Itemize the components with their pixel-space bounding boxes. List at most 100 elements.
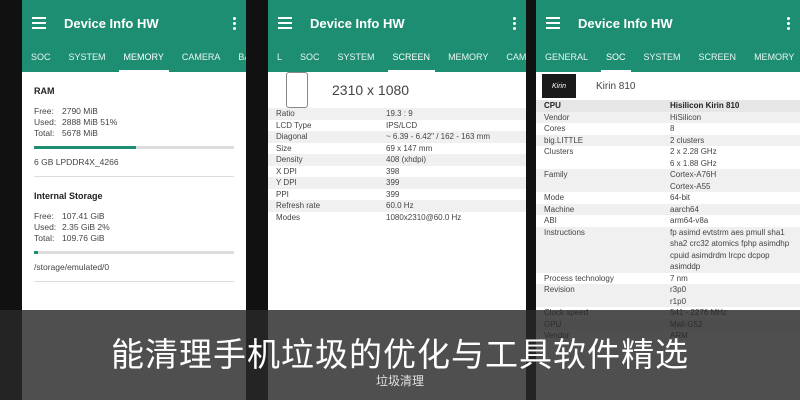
soc-spec-table: Vendor HiSilicon Cores 8 big.LITTLE 2 cluster… [536, 111, 800, 342]
tab-soc[interactable]: SOC [291, 42, 329, 72]
storage-title: Internal Storage [34, 191, 103, 201]
tab-batte[interactable]: BATTE [229, 42, 246, 72]
table-row: Process technology 7 nm [536, 273, 800, 285]
row-value: 7 nm [670, 273, 688, 283]
row-key: PPI [276, 189, 289, 199]
row-value: 8 [670, 124, 675, 133]
more-options-icon[interactable] [786, 16, 790, 30]
tab-memory[interactable]: MEMORY [115, 42, 173, 72]
ram-row: Free: 2790 MiB [34, 106, 234, 117]
storage-row: Used: 2.35 GiB 2% [34, 222, 234, 233]
row-value: fp asimd evtstrm aes pmull sha1 sha2 crc… [670, 227, 790, 272]
storage-row-key: Total: [34, 233, 55, 243]
row-key: Modes [276, 212, 301, 222]
row-key: Cores [544, 124, 566, 133]
table-row: Ratio 19.3 : 9 [268, 108, 526, 120]
ram-row-key: Free: [34, 106, 54, 116]
tab-bar: LSOCSYSTEMSCREENMEMORYCAMERA [268, 42, 526, 72]
app-title: Device Info HW [64, 15, 159, 31]
more-options-icon[interactable] [232, 16, 236, 30]
tab-bar: SOCSYSTEMMEMORYCAMERABATTE [22, 42, 246, 72]
ram-row: Used: 2888 MiB 51% [34, 117, 234, 128]
kirin-logo: Kirin [542, 74, 576, 98]
row-value: 64-bit [670, 193, 691, 202]
menu-icon[interactable] [32, 17, 46, 29]
row-value: IPS/LCD [386, 120, 418, 130]
tab-l[interactable]: L [268, 42, 291, 72]
tab-system[interactable]: SYSTEM [635, 42, 690, 72]
tab-camera[interactable]: CAMERA [173, 42, 230, 72]
row-key: Machine [544, 204, 575, 214]
row-key: Process technology [544, 273, 614, 283]
table-row: big.LITTLE 2 clusters [536, 134, 800, 146]
table-row: Mode 64-bit [536, 192, 800, 204]
tab-system[interactable]: SYSTEM [329, 42, 384, 72]
ram-row-key: Total: [34, 128, 55, 138]
app-bar: Device Info HW L SOC SYSTEM SCREEN MEMORY CAM… [268, 0, 526, 72]
row-value: 408 (xhdpi) [386, 155, 427, 164]
storage-row-key: Used: [34, 222, 57, 232]
row-value: HiSilicon [670, 112, 702, 122]
caption-title: 能清理手机垃圾的优化与工具软件精选 [111, 335, 689, 374]
row-value: 19.3 : 9 [386, 109, 413, 118]
tab-soc[interactable]: SOC [22, 42, 60, 72]
storage-row-value: 109.76 GiB [62, 233, 105, 243]
storage-usage-bar [34, 251, 234, 254]
table-row: Size 69 x 147 mm [268, 143, 526, 155]
tab-bar: GENERALSOCSYSTEMSCREENMEMORYC [536, 42, 800, 72]
table-row: LCD Type IPS/LCD [268, 120, 526, 132]
menu-icon[interactable] [278, 17, 292, 29]
row-key: Clusters [544, 147, 574, 156]
cpu-header-row: CPU Hisilicon Kirin 810 [536, 100, 800, 112]
tab-camera[interactable]: CAMERA [497, 42, 526, 72]
row-value: 2 x 2.28 GHz 6 x 1.88 GHz [670, 147, 717, 168]
storage-row: Total: 109.76 GiB [34, 233, 234, 244]
screen-spec-table: Ratio 19.3 : 9 LCD Type IPS/LCD Diagonal ~ 6.… [268, 108, 526, 223]
table-row: Density 408 (xhdpi) [268, 154, 526, 166]
row-key: Mode [544, 193, 565, 202]
app-bar: Device Info HW SOCSYSTEMMEMORYCAMERABATT… [22, 0, 246, 72]
menu-icon[interactable] [546, 17, 560, 29]
app-bar: Device Info HW GENERAL SOC SYSTEM SCREEN MEM… [536, 0, 800, 72]
ram-row-key: Used: [34, 117, 57, 127]
row-value: arm64-v8a [670, 216, 709, 225]
row-key: Y DPI [276, 178, 297, 187]
ram-row-value: 2888 MiB 51% [62, 117, 118, 127]
table-row: Instructions fp asimd evtstrm aes pmull s… [536, 226, 800, 273]
table-row: PPI 399 [268, 189, 526, 201]
row-key: LCD Type [276, 120, 312, 130]
row-value: 399 [386, 189, 400, 199]
ram-row-value: 5678 MiB [62, 128, 98, 138]
row-value: aarch64 [670, 204, 699, 214]
tab-screen[interactable]: SCREEN [384, 42, 440, 72]
row-value: 2 clusters [670, 135, 705, 145]
tab-memory[interactable]: MEMORY [439, 42, 497, 72]
ram-usage-bar [34, 146, 234, 149]
ram-title: RAM [34, 86, 55, 96]
table-row: Refresh rate 60.0 Hz [268, 200, 526, 212]
row-value: ~ 6.39 - 6.42" / 162 - 163 mm [386, 132, 491, 141]
tab-soc[interactable]: SOC [597, 42, 635, 72]
soc-name: Kirin 810 [596, 80, 636, 92]
row-key: big.LITTLE [544, 135, 584, 145]
row-value: 399 [386, 178, 400, 187]
tab-screen[interactable]: SCREEN [690, 42, 746, 72]
row-key: Density [276, 155, 303, 164]
table-row: ABI arm64-v8a [536, 215, 800, 227]
tab-general[interactable]: GENERAL [536, 42, 597, 72]
storage-path: /storage/emulated/0 [34, 262, 110, 272]
caption-subtitle: 垃圾清理 [375, 374, 424, 388]
ram-row: Total: 5678 MiB [34, 128, 234, 139]
row-value: Cortex-A76H Cortex-A55 [670, 170, 717, 191]
row-value: r3p0 r1p0 [670, 285, 687, 306]
row-key: Revision [544, 285, 575, 294]
tab-system[interactable]: SYSTEM [60, 42, 115, 72]
more-options-icon[interactable] [512, 16, 516, 30]
table-row: X DPI 398 [268, 166, 526, 178]
table-row: Diagonal ~ 6.39 - 6.42" / 162 - 163 mm [268, 131, 526, 143]
table-row: Vendor HiSilicon [536, 111, 800, 123]
row-value: 398 [386, 166, 400, 176]
tab-memory[interactable]: MEMORY [745, 42, 800, 72]
app-title: Device Info HW [310, 15, 405, 31]
screen-resolution: 2310 x 1080 [332, 82, 410, 98]
